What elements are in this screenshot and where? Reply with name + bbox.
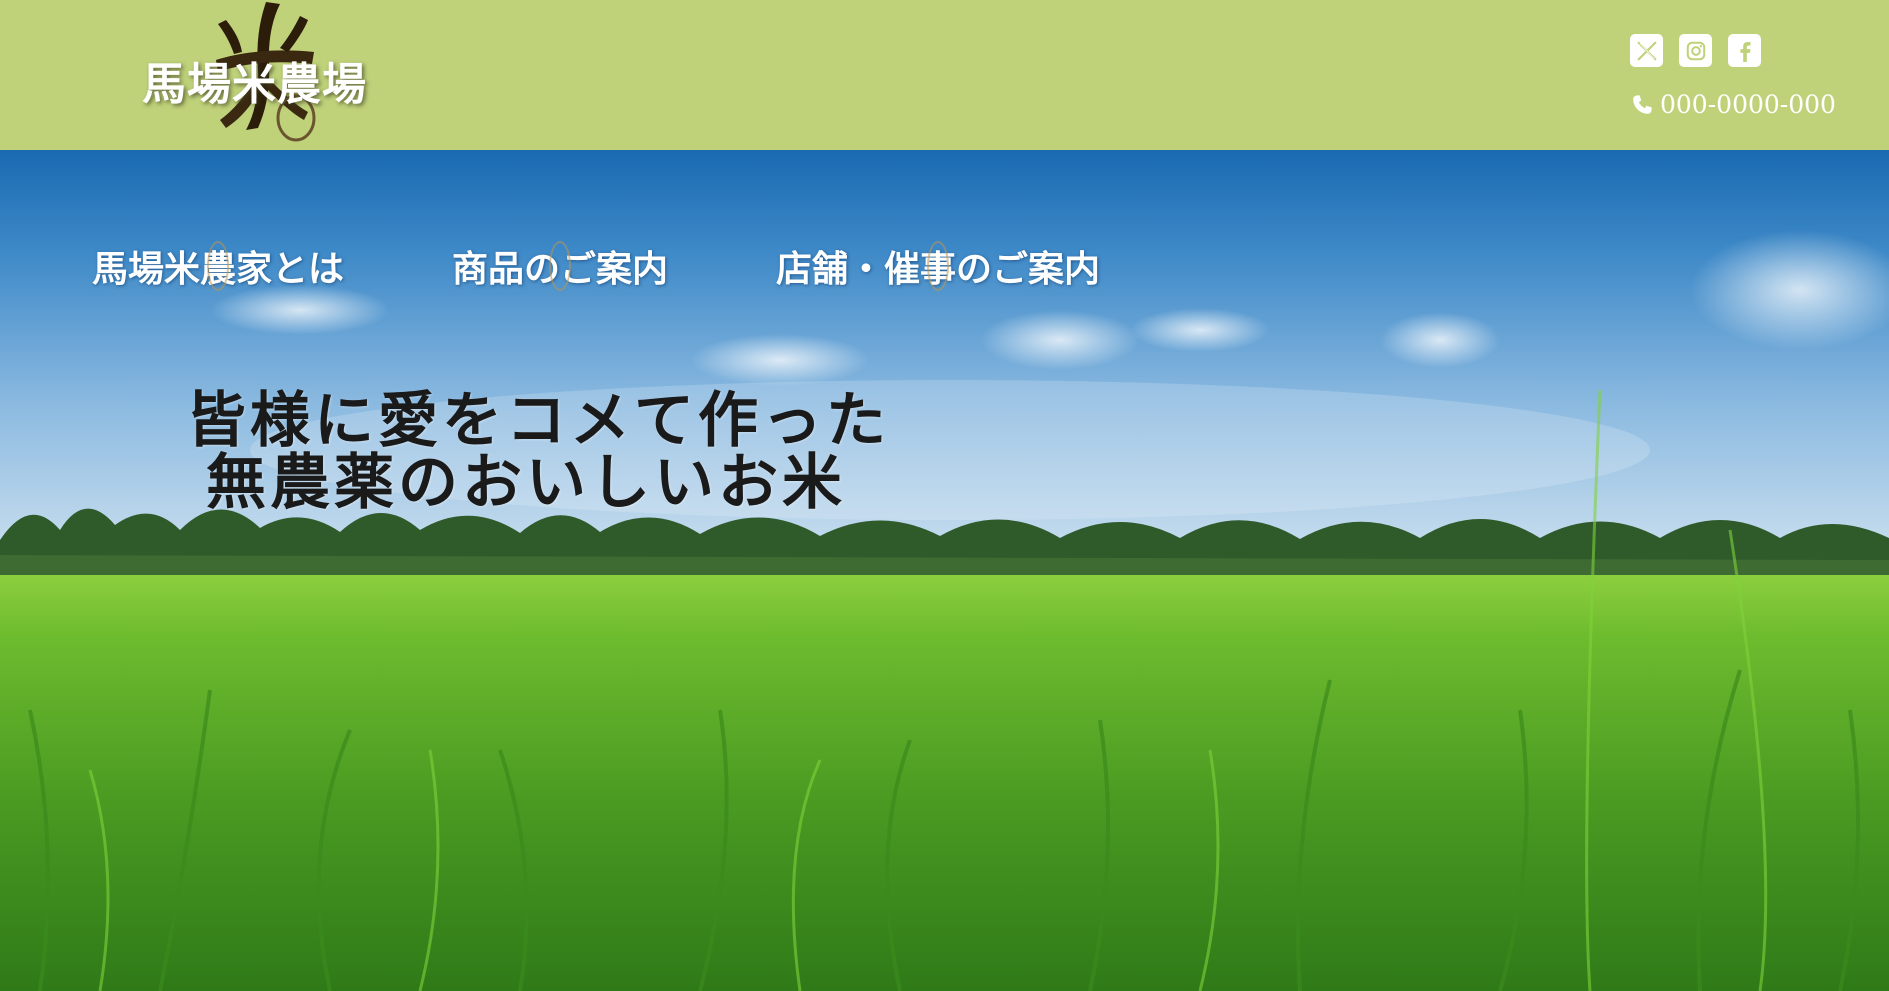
site-header: 馬場米農場 000-0000-000 xyxy=(0,0,1889,150)
x-link[interactable] xyxy=(1630,34,1663,67)
hero-headline-line2: 無農薬のおいしいお米 xyxy=(206,448,846,518)
x-icon xyxy=(1637,41,1656,60)
nav-item-stores-events[interactable]: 店舗・催事のご案内 xyxy=(776,240,1100,292)
phone-contact[interactable]: 000-0000-000 xyxy=(1630,90,1836,119)
logo-text: 馬場米農場 xyxy=(142,59,367,110)
nav-item-about[interactable]: 馬場米農家とは xyxy=(92,240,344,292)
nav-ring-decoration xyxy=(207,241,229,291)
facebook-icon xyxy=(1739,41,1750,62)
instagram-link[interactable] xyxy=(1679,34,1712,67)
instagram-icon xyxy=(1686,41,1705,60)
hero-headline: 皆様に愛をコメて作った 無農薬のおいしいお米 xyxy=(186,386,890,518)
social-links xyxy=(1630,34,1761,67)
nav-ring-decoration xyxy=(549,241,572,291)
phone-number: 000-0000-000 xyxy=(1660,90,1836,119)
site-logo[interactable]: 馬場米農場 xyxy=(136,0,396,150)
nav-ring-decoration xyxy=(927,241,950,291)
page: 馬場米農場 000-0000-000 馬場米農家とは 商品のご案内 店舗・催事の… xyxy=(0,0,1889,991)
nav-item-products[interactable]: 商品のご案内 xyxy=(452,240,668,292)
phone-icon xyxy=(1633,94,1652,114)
facebook-link[interactable] xyxy=(1728,34,1761,67)
hero-headline-line1: 皆様に愛をコメて作った xyxy=(186,386,890,456)
hero-section: 馬場米農家とは 商品のご案内 店舗・催事のご案内 皆様に愛をコメて作った 無農薬… xyxy=(0,150,1889,991)
main-nav: 馬場米農家とは 商品のご案内 店舗・催事のご案内 xyxy=(92,240,1100,292)
